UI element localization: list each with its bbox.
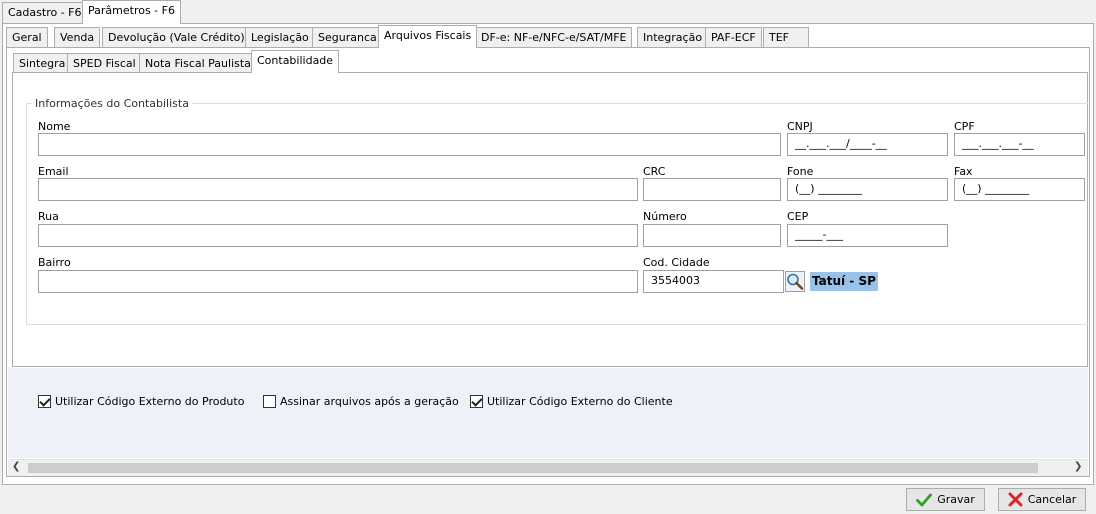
magnifier-icon — [787, 273, 804, 290]
numero-label: Número — [643, 210, 687, 223]
subtab-nota-fiscal-paulista[interactable]: Nota Fiscal Paulista — [139, 53, 257, 74]
tab-venda[interactable]: Venda — [54, 27, 101, 48]
options-area — [8, 368, 1088, 458]
fax-label: Fax — [954, 165, 973, 178]
scrollbar-thumb[interactable] — [28, 463, 1038, 473]
cancelar-button[interactable]: Cancelar — [998, 488, 1086, 511]
subtab-sintegra[interactable]: Sintegra — [13, 53, 72, 74]
fax-input[interactable]: (__) ________ — [954, 178, 1085, 201]
cep-label: CEP — [787, 210, 809, 223]
cod-cidade-input[interactable]: 3554003 — [643, 270, 784, 293]
tab-integracao[interactable]: Integração — [637, 27, 709, 48]
bairro-input[interactable] — [38, 270, 638, 293]
assinar-arquivos-label: Assinar arquivos após a geração — [280, 395, 459, 408]
crc-label: CRC — [643, 165, 666, 178]
cep-input[interactable]: _____-___ — [787, 224, 948, 247]
window-tab-cadastro[interactable]: Cadastro - F6 — [2, 2, 88, 23]
email-label: Email — [38, 165, 69, 178]
nome-label: Nome — [38, 120, 71, 133]
green-check-icon — [916, 493, 933, 506]
subtab-sped-fiscal[interactable]: SPED Fiscal — [67, 53, 142, 74]
cod-ext-cliente-checkbox[interactable]: Utilizar Código Externo do Cliente — [470, 395, 673, 408]
scroll-left-icon[interactable]: ❮ — [12, 461, 20, 472]
horizontal-scrollbar[interactable]: ❮ ❯ — [8, 459, 1088, 476]
checkbox-box[interactable] — [470, 395, 483, 408]
fone-label: Fone — [787, 165, 814, 178]
red-x-icon — [1008, 492, 1023, 507]
tab-arquivos-fiscais[interactable]: Arquivos Fiscais — [378, 25, 478, 48]
gravar-button[interactable]: Gravar — [906, 488, 985, 511]
cod-ext-cliente-label: Utilizar Código Externo do Cliente — [487, 395, 673, 408]
tab-seguranca[interactable]: Seguranca — [312, 27, 383, 48]
subtab-contabilidade[interactable]: Contabilidade — [251, 50, 340, 73]
cnpj-label: CNPJ — [787, 120, 813, 133]
gravar-label: Gravar — [937, 493, 975, 506]
nome-input[interactable] — [38, 133, 781, 156]
cancelar-label: Cancelar — [1027, 493, 1077, 506]
tab-geral[interactable]: Geral — [6, 27, 48, 48]
window-tab-parametros[interactable]: Parâmetros - F6 — [82, 0, 181, 24]
checkbox-box[interactable] — [263, 395, 276, 408]
tab-tef[interactable]: TEF — [763, 27, 809, 48]
tab-paf-ecf[interactable]: PAF-ECF — [705, 27, 762, 48]
tab-dfe[interactable]: DF-e: NF-e/NFC-e/SAT/MFE — [475, 27, 633, 48]
search-cidade-button[interactable] — [785, 271, 805, 292]
cidade-nome: Tatuí - SP — [810, 272, 878, 291]
group-title: Informações do Contabilista — [32, 97, 192, 110]
rua-input[interactable] — [38, 224, 638, 247]
cod-ext-produto-label: Utilizar Código Externo do Produto — [55, 395, 245, 408]
cnpj-input[interactable]: __.___.___/____-__ — [787, 133, 948, 156]
cpf-input[interactable]: ___.___.___-__ — [954, 133, 1085, 156]
tab-devolucao[interactable]: Devolução (Vale Crédito) — [102, 27, 251, 48]
checkbox-box[interactable] — [38, 395, 51, 408]
scroll-right-icon[interactable]: ❯ — [1074, 461, 1082, 472]
cpf-label: CPF — [954, 120, 975, 133]
cod-cidade-label: Cod. Cidade — [643, 256, 710, 269]
rua-label: Rua — [38, 210, 59, 223]
bairro-label: Bairro — [38, 256, 71, 269]
cod-ext-produto-checkbox[interactable]: Utilizar Código Externo do Produto — [38, 395, 244, 408]
email-input[interactable] — [38, 178, 638, 201]
tab-legislacao[interactable]: Legislação — [245, 27, 315, 48]
numero-input[interactable] — [643, 224, 781, 247]
assinar-arquivos-checkbox[interactable]: Assinar arquivos após a geração — [263, 395, 459, 408]
crc-input[interactable] — [643, 178, 781, 201]
fone-input[interactable]: (__) ________ — [787, 178, 948, 201]
